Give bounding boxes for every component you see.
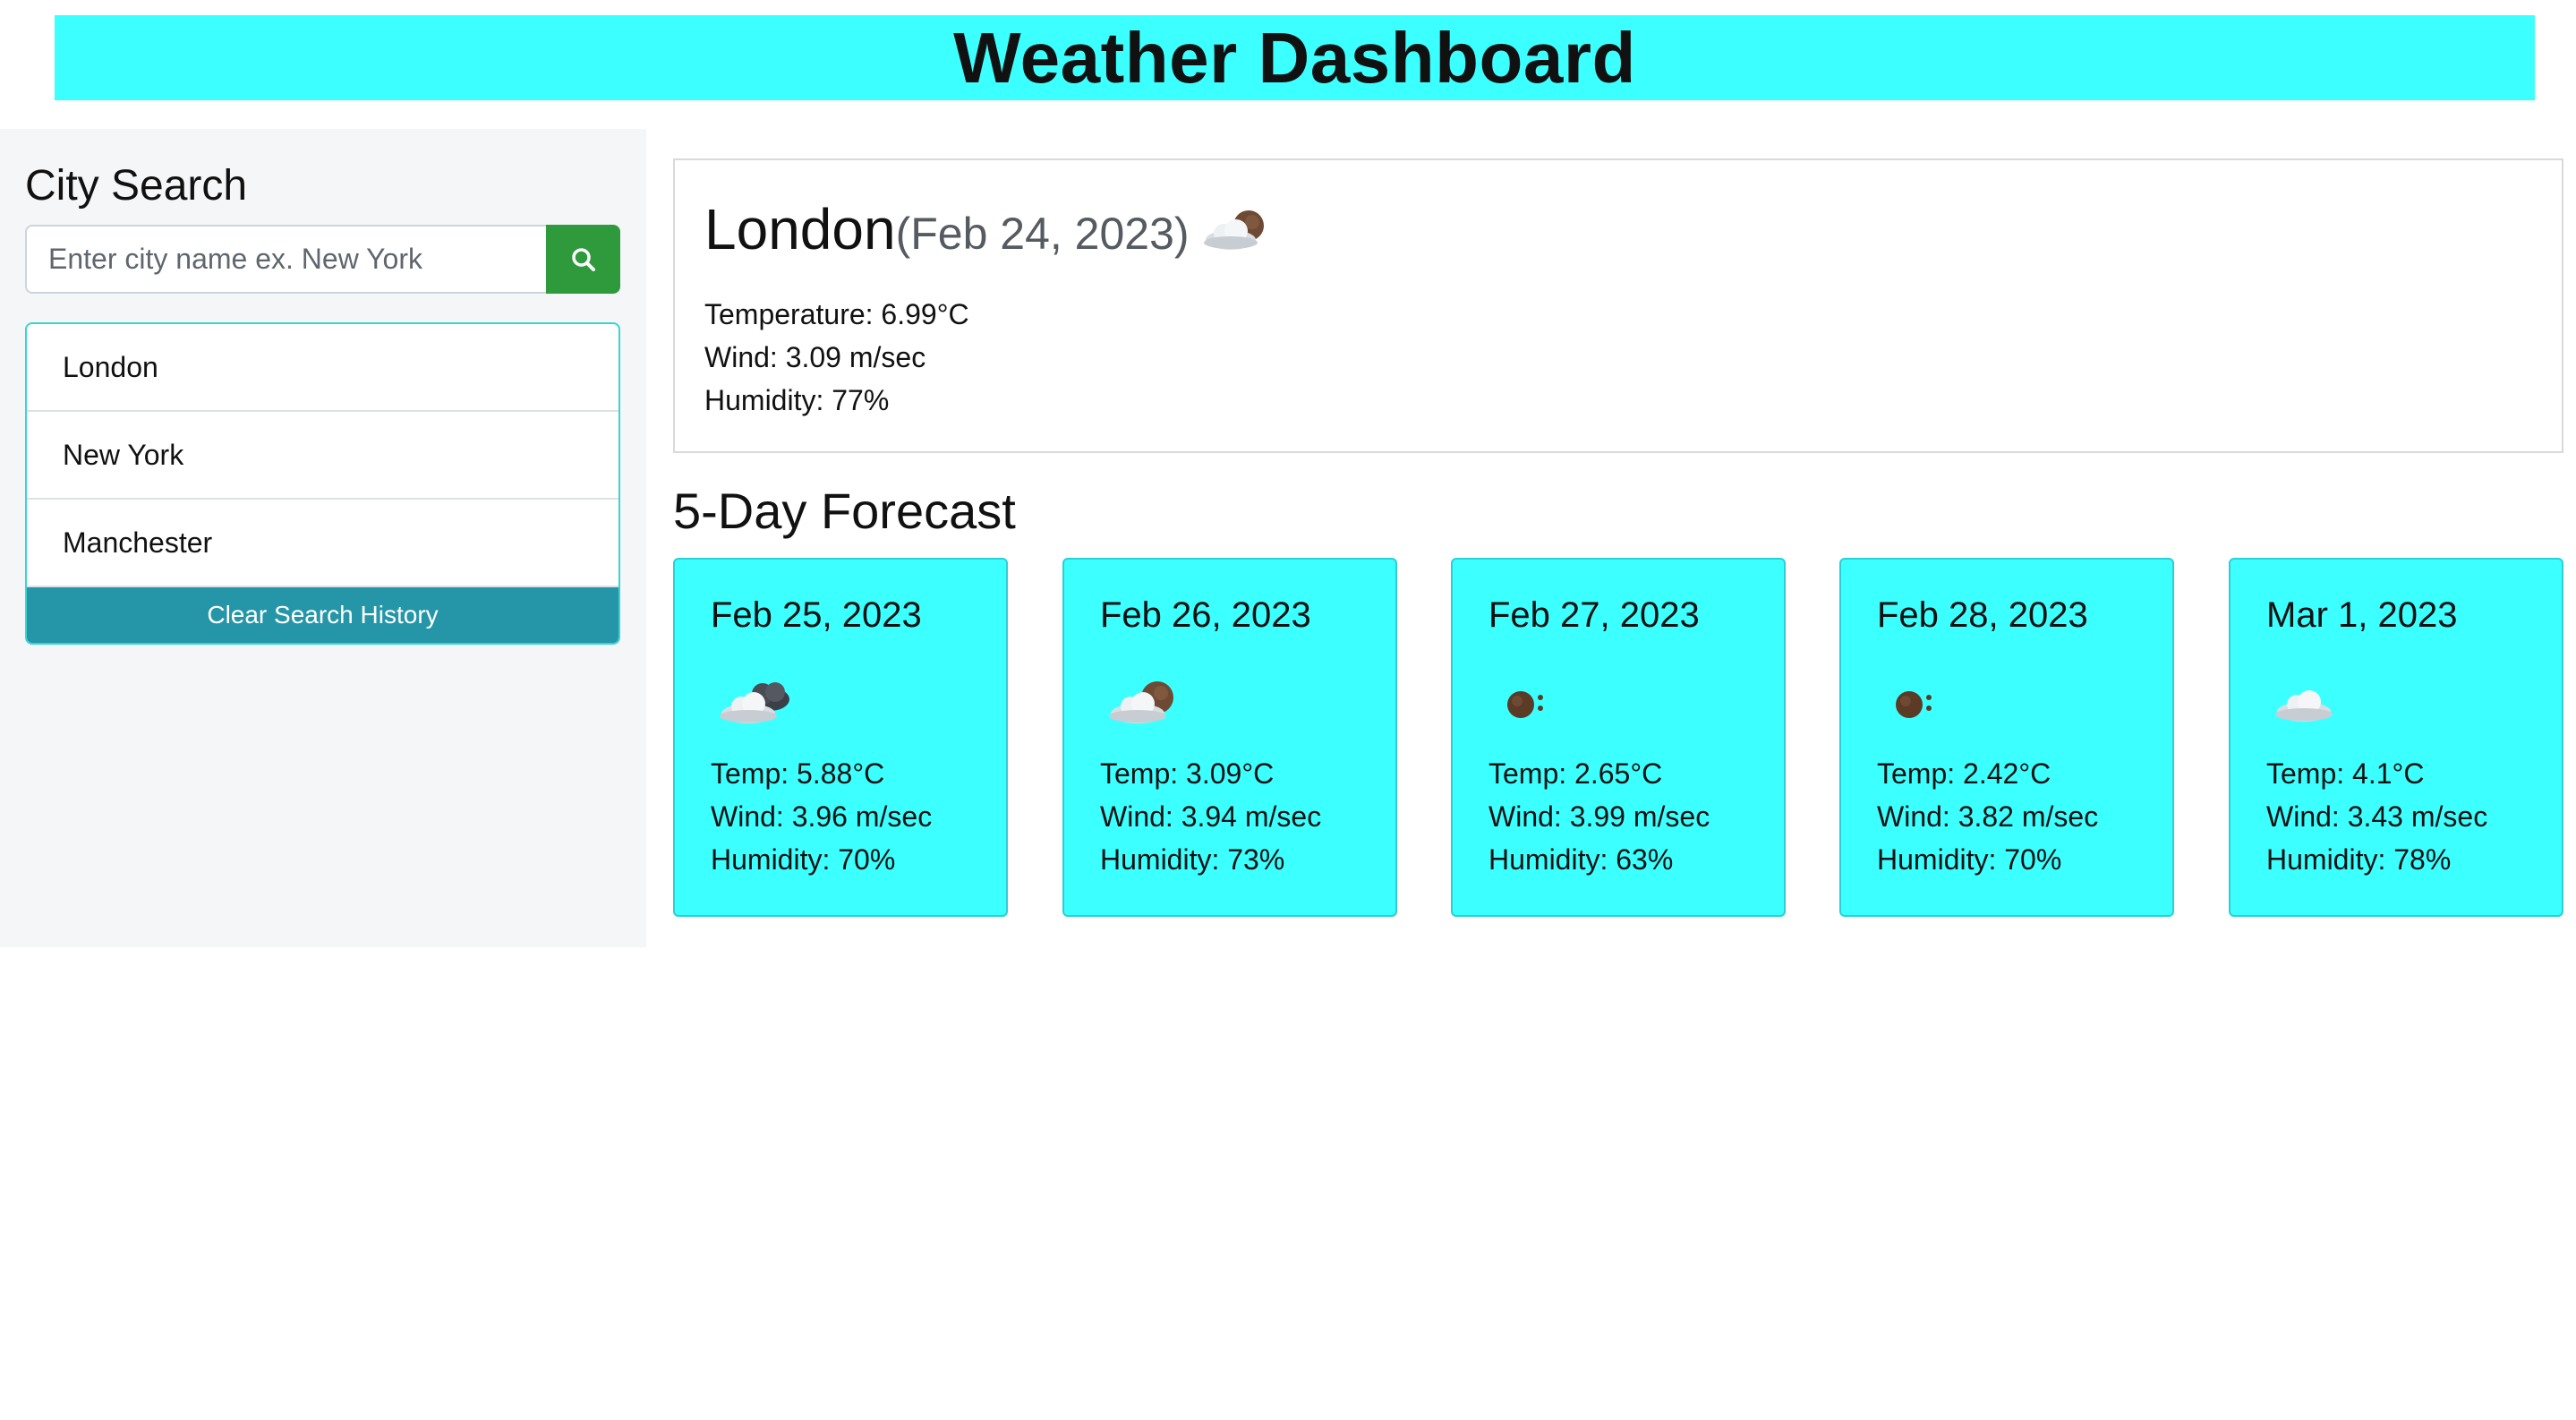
forecast-temp: Temp: 4.1°C [2266, 757, 2425, 790]
current-temperature: Temperature: 6.99°C [704, 298, 969, 330]
partly-cloudy-icon [1203, 210, 1264, 250]
page-header: Weather Dashboard [55, 15, 2535, 100]
page-title: Weather Dashboard [953, 17, 1636, 98]
clear-history-button[interactable]: Clear Search History [27, 587, 618, 643]
forecast-temp: Temp: 2.42°C [1877, 757, 2051, 790]
history-item-manchester[interactable]: Manchester [27, 500, 618, 587]
cloudy-dark-icon [720, 682, 789, 723]
sidebar: City Search London New York Manchester C… [0, 129, 646, 947]
current-city-name: London [704, 197, 896, 261]
forecast-stats: Temp: 2.42°C Wind: 3.82 m/sec Humidity: … [1877, 752, 2098, 881]
search-row [25, 225, 620, 294]
forecast-wind: Wind: 3.96 m/sec [711, 800, 933, 833]
forecast-stats: Temp: 2.65°C Wind: 3.99 m/sec Humidity: … [1488, 752, 1710, 881]
forecast-date: Mar 1, 2023 [2266, 595, 2458, 635]
forecast-humidity: Humidity: 63% [1488, 843, 1674, 876]
city-search-input[interactable] [25, 225, 546, 294]
overcast-dot-icon [1896, 691, 1932, 718]
search-icon [571, 247, 595, 271]
current-humidity: Humidity: 77% [704, 384, 890, 416]
search-button[interactable] [546, 225, 620, 294]
forecast-title: 5-Day Forecast [673, 483, 1016, 539]
forecast-humidity: Humidity: 73% [1100, 843, 1285, 876]
forecast-wind: Wind: 3.99 m/sec [1488, 800, 1710, 833]
overcast-dot-icon [1507, 691, 1543, 718]
forecast-wind: Wind: 3.94 m/sec [1100, 800, 1322, 833]
forecast-stats: Temp: 4.1°C Wind: 3.43 m/sec Humidity: 7… [2266, 752, 2487, 881]
forecast-date: Feb 28, 2023 [1877, 595, 2088, 635]
history-item-new-york[interactable]: New York [27, 412, 618, 500]
city-search-title: City Search [25, 162, 248, 210]
history-item-london[interactable]: London [27, 324, 618, 412]
current-date: (Feb 24, 2023) [895, 209, 1190, 259]
forecast-wind: Wind: 3.43 m/sec [2266, 800, 2488, 833]
forecast-stats: Temp: 3.09°C Wind: 3.94 m/sec Humidity: … [1100, 752, 1321, 881]
partly-cloudy-icon [1109, 681, 1173, 723]
forecast-card: Feb 27, 2023 Temp: 2.65°C Wind: 3.99 m/s… [1451, 558, 1786, 917]
forecast-card: Mar 1, 2023 Temp: 4.1°C Wind: 3.43 m/sec… [2229, 558, 2563, 917]
forecast-humidity: Humidity: 70% [711, 843, 896, 876]
forecast-card: Feb 26, 2023 Temp: 3.09°C Wind: 3.94 m/s… [1062, 558, 1397, 917]
current-weather-heading: London (Feb 24, 2023) [704, 196, 1275, 262]
forecast-wind: Wind: 3.82 m/sec [1877, 800, 2099, 833]
forecast-date: Feb 27, 2023 [1488, 595, 1700, 635]
current-wind: Wind: 3.09 m/sec [704, 341, 926, 373]
current-weather-stats: Temperature: 6.99°C Wind: 3.09 m/sec Hum… [704, 293, 969, 422]
forecast-date: Feb 26, 2023 [1100, 595, 1311, 635]
forecast-temp: Temp: 3.09°C [1100, 757, 1275, 790]
forecast-humidity: Humidity: 70% [1877, 843, 2062, 876]
forecast-card: Feb 25, 2023 Temp: 5.88°C Wind: 3.96 m/s… [673, 558, 1008, 917]
forecast-humidity: Humidity: 78% [2266, 843, 2452, 876]
forecast-date: Feb 25, 2023 [711, 595, 922, 635]
cloud-icon [2275, 690, 2333, 722]
current-weather-panel: London (Feb 24, 2023) Temperature: 6.99°… [673, 158, 2563, 453]
forecast-temp: Temp: 2.65°C [1488, 757, 1663, 790]
forecast-card: Feb 28, 2023 Temp: 2.42°C Wind: 3.82 m/s… [1839, 558, 2174, 917]
search-history-list: London New York Manchester Clear Search … [25, 322, 620, 645]
forecast-stats: Temp: 5.88°C Wind: 3.96 m/sec Humidity: … [711, 752, 932, 881]
forecast-temp: Temp: 5.88°C [711, 757, 885, 790]
